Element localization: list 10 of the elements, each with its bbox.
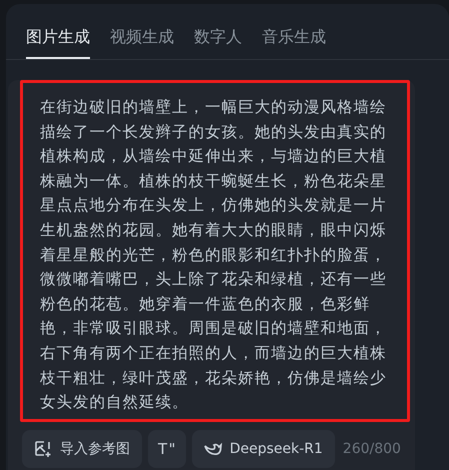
character-count: 260/800 [342,440,401,457]
tab[interactable]: 数字人 [194,4,242,59]
import-reference-button[interactable]: 导入参考图 [22,430,142,468]
prompt-text[interactable]: 在街边破旧的墙壁上，一幅巨大的动漫风格墙绘描绘了一个长发辫子的女孩。她的头发由真实的植株构成，从墙绘中延伸出来，与墙边的巨大植株融为一体。植株的枝干蜿蜒生长，粉色花朵星星点点地分布在头发上，仿佛她的头发就是一片生机盎然的花园。她有着大大的眼睛，眼中闪烁着星星般的光芒，粉色的眼影和红扑扑的脸蛋，微微嘟着嘴巴，头上除了花朵和绿植，还有一些粉色的花苞。她穿着一件蓝色的衣服，色彩鲜艳，非常吸引眼球。周围是破旧的墙壁和地面，右下角有两个正在拍照的人，而墙边的巨大植株枝干粗壮，绿叶茂盛，花朵娇艳，仿佛是墙绘少女头发的自然延续。 [40,95,402,415]
text-format-button[interactable]: T " [148,430,186,468]
tab[interactable]: 音乐生成 [262,4,326,59]
tab[interactable]: 视频生成 [110,4,174,59]
image-add-icon [34,440,52,458]
model-button[interactable]: Deepseek-R1 [192,430,335,468]
tab[interactable]: 图片生成 [26,4,90,59]
